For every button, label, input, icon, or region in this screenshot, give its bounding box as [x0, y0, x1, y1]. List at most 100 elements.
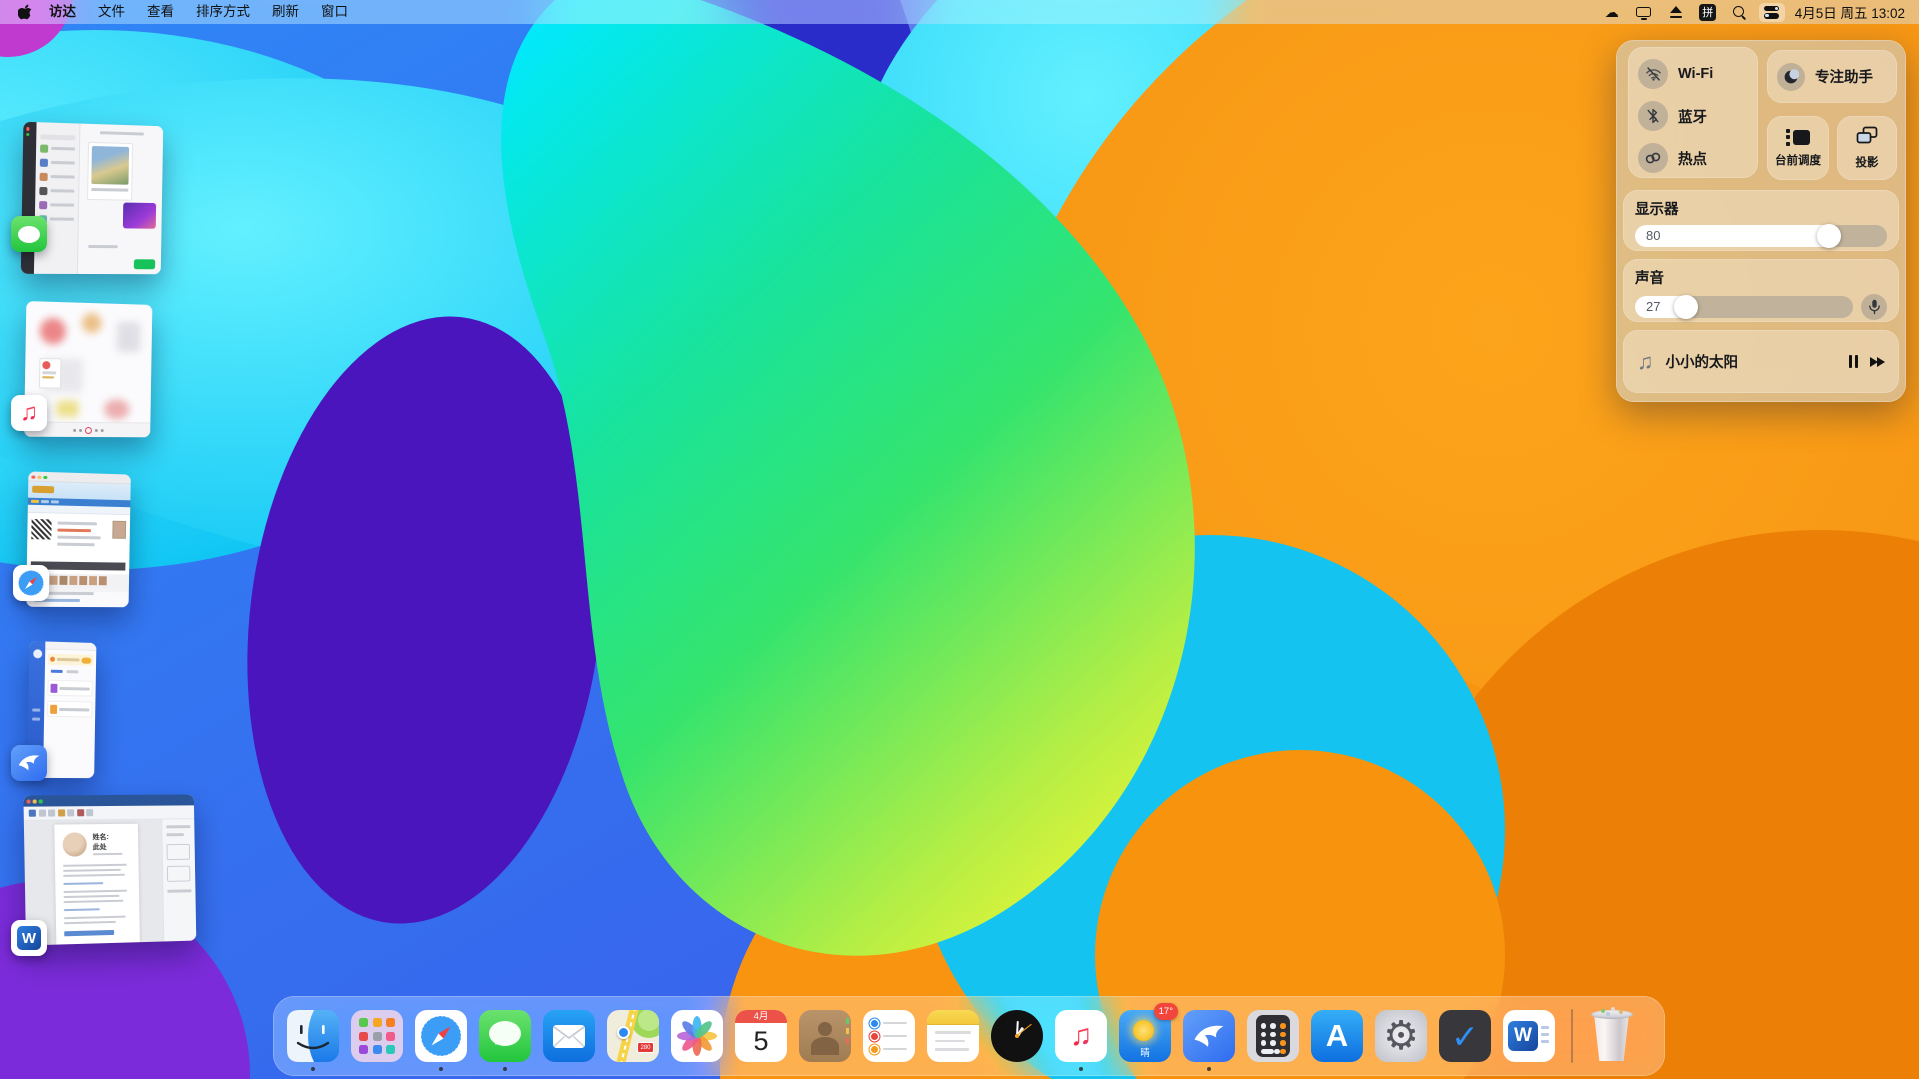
word-icon: W — [1508, 1021, 1538, 1051]
dock-maps[interactable]: 280 — [607, 1010, 659, 1062]
dock-mail[interactable] — [543, 1010, 595, 1062]
music-note-icon: ♫ — [1637, 349, 1654, 375]
dock-finder[interactable] — [287, 1010, 339, 1062]
weather-condition: 晴 — [1119, 1045, 1171, 1059]
input-method-icon[interactable]: 拼 — [1695, 2, 1721, 22]
stage-manager-icon — [1786, 129, 1810, 146]
xunlei-badge-icon[interactable] — [11, 745, 47, 781]
menu-refresh[interactable]: 刷新 — [261, 0, 310, 24]
control-center-panel: Wi-Fi 蓝牙 热点 专注助手 — [1616, 40, 1906, 402]
now-playing-title: 小小的太阳 — [1666, 351, 1837, 372]
weather-badge: 17° — [1154, 1003, 1178, 1020]
menu-bar-left: 访达 文件 查看 排序方式 刷新 窗口 — [0, 0, 359, 24]
dock-photos[interactable] — [671, 1010, 723, 1062]
dock-xunlei[interactable] — [1183, 1010, 1235, 1062]
notes-icon — [927, 1010, 979, 1025]
dock-calendar[interactable]: 4月 5 — [735, 1010, 787, 1062]
stage-manager-label: 台前调度 — [1775, 152, 1821, 168]
dock-settings[interactable]: ⚙ — [1375, 1010, 1427, 1062]
app-store-icon: A — [1326, 1018, 1348, 1054]
search-icon[interactable] — [1727, 2, 1753, 22]
safari-icon — [419, 1014, 463, 1058]
focus-card[interactable]: 专注助手 — [1767, 50, 1897, 103]
display-icon[interactable] — [1631, 2, 1657, 22]
window-thumbnail-word[interactable]: 姓名: 此处 — [23, 794, 196, 945]
calendar-month: 4月 — [735, 1010, 787, 1023]
window-thumbnail-messages[interactable] — [21, 122, 163, 274]
cloud-icon[interactable]: ☁ — [1599, 2, 1625, 22]
display-value: 80 — [1646, 228, 1660, 243]
word-badge-icon[interactable]: W — [11, 920, 47, 956]
dock-music[interactable]: ♫ — [1055, 1010, 1107, 1062]
gear-icon: ⚙ — [1383, 1016, 1419, 1056]
menu-view[interactable]: 查看 — [136, 0, 185, 24]
microphone-icon[interactable] — [1861, 294, 1887, 320]
dock-app-store[interactable]: A — [1311, 1010, 1363, 1062]
calculator-icon — [1256, 1015, 1290, 1057]
word-doc-place: 此处 — [93, 842, 107, 852]
menu-finder[interactable]: 访达 — [38, 0, 87, 24]
bluetooth-toggle[interactable]: 蓝牙 — [1638, 101, 1748, 131]
hotspot-icon — [1638, 143, 1668, 173]
word-doc-name: 姓名: — [92, 832, 108, 842]
wifi-toggle[interactable]: Wi-Fi — [1638, 59, 1748, 89]
dock-messages[interactable] — [479, 1010, 531, 1062]
dock-trash[interactable] — [1589, 1007, 1635, 1063]
mirroring-icon — [1856, 126, 1878, 149]
display-slider[interactable]: 80 — [1635, 225, 1887, 247]
dock-safari[interactable] — [415, 1010, 467, 1062]
music-badge-icon[interactable]: ♫ — [11, 395, 47, 431]
dock-todo[interactable]: ✓ — [1439, 1010, 1491, 1062]
apple-icon — [18, 4, 32, 20]
bluetooth-off-icon — [1638, 101, 1668, 131]
menu-window[interactable]: 窗口 — [310, 0, 359, 24]
sound-card: 声音 27 — [1623, 259, 1899, 322]
xunlei-bird-icon — [1191, 1021, 1227, 1052]
hotspot-toggle[interactable]: 热点 — [1638, 143, 1748, 173]
running-indicator — [503, 1067, 507, 1071]
todo-check-icon: ✓ — [1451, 1017, 1479, 1056]
messages-badge-icon[interactable] — [11, 216, 47, 252]
dock-calculator[interactable] — [1247, 1010, 1299, 1062]
sound-label: 声音 — [1635, 267, 1887, 288]
trash-icon — [1593, 1014, 1631, 1061]
finder-icon — [287, 1010, 339, 1062]
moon-icon — [1777, 63, 1805, 91]
menu-bar-clock[interactable]: 4月5日 周五 13:02 — [1791, 2, 1909, 22]
apple-menu[interactable] — [12, 4, 38, 20]
control-center-icon[interactable] — [1759, 2, 1785, 22]
pause-button[interactable] — [1849, 355, 1858, 368]
messages-icon — [489, 1021, 521, 1046]
now-playing-card: ♫ 小小的太阳 — [1623, 330, 1899, 393]
menu-sort[interactable]: 排序方式 — [185, 0, 261, 24]
dock: 280 4月 5 — [273, 996, 1665, 1076]
dock-launchpad[interactable] — [351, 1010, 403, 1062]
running-indicator — [1207, 1067, 1211, 1071]
safari-badge-icon[interactable] — [13, 565, 49, 601]
dock-reminders[interactable] — [863, 1010, 915, 1062]
stage-manager-card[interactable]: 台前调度 — [1767, 116, 1829, 180]
mirroring-card[interactable]: 投影 — [1837, 116, 1897, 180]
mail-icon — [553, 1025, 585, 1048]
display-slider-thumb[interactable] — [1817, 224, 1841, 248]
menu-bar: 访达 文件 查看 排序方式 刷新 窗口 ☁ 拼 4月5日 周五 13:02 — [0, 0, 1919, 24]
wifi-label: Wi-Fi — [1678, 66, 1713, 82]
hotspot-label: 热点 — [1678, 148, 1707, 169]
dock-word[interactable]: W — [1503, 1010, 1555, 1062]
dock-clock[interactable] — [991, 1010, 1043, 1062]
music-icon: ♫ — [1070, 1019, 1093, 1053]
dock-separator — [1571, 1009, 1573, 1063]
sound-slider-thumb[interactable] — [1674, 295, 1698, 319]
dock-contacts[interactable] — [799, 1010, 851, 1062]
dock-notes[interactable] — [927, 1010, 979, 1062]
eject-icon[interactable] — [1663, 2, 1689, 22]
sound-slider[interactable]: 27 — [1635, 296, 1853, 318]
skip-forward-button[interactable] — [1870, 357, 1885, 367]
display-card: 显示器 80 — [1623, 190, 1899, 251]
menu-bar-status: ☁ 拼 4月5日 周五 13:02 — [1599, 2, 1919, 22]
contacts-icon — [818, 1022, 832, 1036]
calendar-day: 5 — [735, 1023, 787, 1059]
menu-file[interactable]: 文件 — [87, 0, 136, 24]
dock-weather[interactable]: 晴 17° — [1119, 1010, 1171, 1062]
wifi-off-icon — [1638, 59, 1668, 89]
